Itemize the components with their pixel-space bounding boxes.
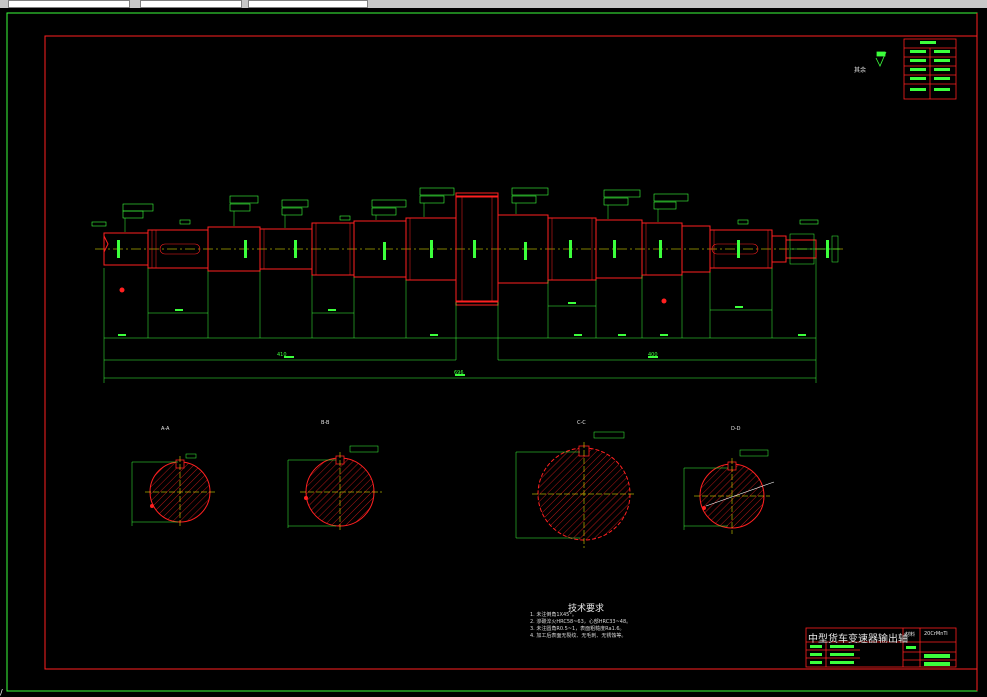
- roughness-note: 其余: [854, 67, 867, 74]
- datum-markers: [119, 287, 667, 304]
- section-c-c: [515, 431, 636, 548]
- inner-frame: [44, 35, 978, 670]
- section-label-c: C-C: [577, 420, 586, 426]
- dim-left-total: 410: [277, 352, 287, 358]
- section-label-d: D-D: [731, 426, 741, 432]
- title-block-name: 中型货车变速器输出轴: [808, 634, 908, 645]
- tech-req-item: 2. 渗碳淬火HRC58~63，心部HRC33~48。: [530, 619, 632, 625]
- toolbar-field-2[interactable]: [140, 0, 242, 8]
- right-end-detail: [789, 233, 840, 265]
- section-d-d: [683, 449, 775, 534]
- toolbar-strip: [0, 0, 987, 8]
- section-label-a: A-A: [161, 426, 170, 432]
- section-label-b: B-B: [321, 420, 330, 426]
- tech-req-list: 1. 未注倒角1X45°。 2. 渗碳淬火HRC58~63，心部HRC33~48…: [530, 612, 631, 640]
- roughness-symbol: [875, 51, 887, 67]
- section-a-a: [131, 453, 216, 528]
- diameter-dim-labels: [117, 240, 829, 376]
- tech-req-item: 4. 加工后表面无裂纹、无毛刺、无锈蚀等。: [530, 633, 627, 639]
- tolerance-frames: [91, 187, 819, 227]
- toolbar-field-3[interactable]: [248, 0, 368, 8]
- title-block-fill: [810, 645, 950, 666]
- dim-grand-total: 696: [454, 370, 464, 376]
- tech-req-item: 1. 未注倒角1X45°。: [530, 612, 577, 618]
- dim-right-total: 400: [648, 352, 658, 358]
- tech-req-item: 3. 未注圆角R0.5~1，表面粗糙度Ra1.6。: [530, 626, 625, 632]
- cursor-marker: /: [0, 688, 3, 697]
- cad-drawing-canvas[interactable]: [0, 8, 987, 697]
- outer-frame: [6, 12, 978, 692]
- title-block-material-label: 材料: [905, 632, 916, 638]
- shaft-dimension-lines: [104, 305, 816, 379]
- section-b-b: [287, 445, 382, 532]
- toolbar-field-1[interactable]: [8, 0, 130, 8]
- title-block-material: 20CrMnTi: [924, 631, 948, 637]
- shaft-witness-lines: [103, 258, 817, 383]
